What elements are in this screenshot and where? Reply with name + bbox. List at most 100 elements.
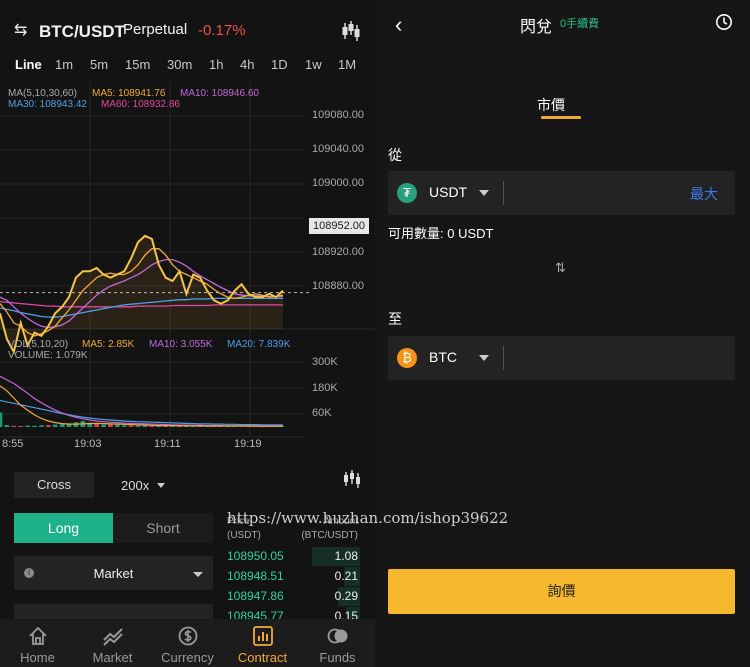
nav-label: Contract — [237, 650, 288, 665]
timeframe-line[interactable]: Line — [15, 57, 42, 72]
to-coin[interactable]: BTC — [429, 349, 457, 365]
ask-price: 108950.05 — [227, 549, 284, 563]
ask-amount: 0.29 — [334, 589, 358, 603]
volume-bar — [11, 425, 17, 427]
ask-amount: 1.08 — [334, 549, 358, 563]
divider — [503, 346, 504, 370]
price-chart — [0, 82, 375, 457]
volume-bar — [121, 425, 127, 427]
orderbook-row[interactable]: 108950.05 1.08 — [224, 547, 360, 566]
price-change: -0.17% — [198, 22, 246, 39]
volume-bar — [0, 412, 3, 427]
price-chart-canvas — [0, 82, 375, 438]
ma-legend-title: MA(5,10,30,60) — [8, 88, 77, 99]
vol-ma20-label: MA20: 7.839K — [227, 339, 291, 350]
fee-note: 0手續費 — [560, 18, 600, 30]
timeframe-1w[interactable]: 1w — [305, 57, 322, 72]
vol-ma10-label: MA10: 3.055K — [149, 339, 213, 350]
time-tick-label: 19:19 — [234, 438, 262, 450]
pair-name[interactable]: BTC/USDT — [39, 22, 125, 42]
swap-direction-icon[interactable]: ⇅ — [555, 260, 566, 276]
from-coin[interactable]: USDT — [429, 184, 467, 200]
ask-amount: 0.21 — [334, 569, 358, 583]
market-icon — [103, 628, 123, 646]
order-settings: Cross 200x — [0, 470, 375, 500]
orderbook-row[interactable]: 108947.86 0.29 — [224, 587, 360, 606]
timeframe-4h[interactable]: 4h — [240, 57, 254, 72]
ma5-label: MA5: 108941.76 — [92, 88, 166, 99]
timeframe-1m[interactable]: 1M — [338, 57, 356, 72]
volume-bar — [39, 425, 44, 427]
timeframe-5m[interactable]: 5m — [90, 57, 108, 72]
nav-label: Home — [20, 650, 55, 665]
to-label: 至 — [388, 311, 402, 327]
nav-label: Funds — [319, 650, 356, 665]
time-tick-label: 8:55 — [2, 438, 24, 450]
ma10-label: MA10: 108946.60 — [180, 88, 259, 99]
history-clock-icon[interactable] — [715, 13, 733, 31]
currency-icon — [178, 626, 198, 646]
volume-bar — [101, 424, 106, 427]
nav-label: Currency — [161, 650, 214, 665]
vol-legend-title: VOL(5,10,20) — [8, 339, 69, 350]
volume-bar — [32, 425, 37, 427]
swap-title: 閃兌 — [520, 19, 553, 36]
max-button[interactable]: 最大 — [690, 184, 718, 204]
nav-label: Market — [92, 650, 133, 665]
orderbook-row[interactable]: 108948.51 0.21 — [224, 567, 360, 586]
chevron-down-icon — [193, 572, 203, 577]
volume-bar — [115, 424, 120, 427]
vol-ma5-line — [0, 385, 283, 427]
timeframe-1d[interactable]: 1D — [271, 57, 288, 72]
contract-icon — [253, 626, 273, 646]
timeframe-1m[interactable]: 1m — [55, 57, 73, 72]
vol-ma5-label: MA5: 2.85K — [82, 339, 135, 350]
candlestick-icon[interactable] — [340, 20, 362, 42]
long-button[interactable]: Long — [14, 513, 113, 543]
active-tab-indicator — [541, 116, 581, 119]
nav-market[interactable]: Market — [75, 619, 150, 667]
back-icon[interactable]: ‹ — [395, 12, 402, 38]
ask-price: 108947.86 — [227, 589, 284, 603]
ask-price: 108948.51 — [227, 569, 284, 583]
volume-bar — [18, 426, 23, 427]
funds-icon — [327, 628, 348, 644]
volume-tick-label: 60K — [312, 407, 332, 419]
usdt-coin-icon: ₮ — [397, 183, 417, 203]
volume-tick-label: 180K — [312, 382, 338, 394]
short-button[interactable]: Short — [113, 513, 213, 543]
leverage-select[interactable]: 200x — [121, 478, 149, 493]
volume-bar — [4, 425, 10, 427]
to-coin-caret-icon[interactable] — [479, 355, 489, 361]
market-header: ⇆ BTC/USDT Perpetual -0.17% — [0, 0, 375, 60]
volume-bar — [94, 423, 99, 427]
timeframe-15m[interactable]: 15m — [125, 57, 150, 72]
price-tick-label: 109000.00 — [312, 177, 364, 189]
btc-glyph: ₿ — [402, 350, 412, 365]
ma30-label: MA30: 108943.42 — [8, 99, 87, 110]
nav-home[interactable]: Home — [0, 619, 75, 667]
swap-panel: ‹ 閃兌 0手續費 市價 從 ₮ USDT 最大 可用數量: 0 USDT ⇅ … — [375, 0, 750, 667]
watermark: https://www.huzhan.com/ishop39622 — [227, 509, 509, 527]
price-tick-label: 108880.00 — [312, 280, 364, 292]
price-unit-label: (USDT) — [227, 530, 261, 541]
nav-currency[interactable]: Currency — [150, 619, 225, 667]
switch-pair-icon[interactable]: ⇆ — [14, 20, 27, 40]
bottom-nav: Home Market Currency Contract Funds — [0, 619, 375, 667]
volume-bar — [46, 425, 51, 427]
from-coin-caret-icon[interactable] — [479, 190, 489, 196]
time-tick-label: 19:11 — [154, 438, 181, 450]
timeframe-30m[interactable]: 30m — [167, 57, 192, 72]
nav-funds[interactable]: Funds — [300, 619, 375, 667]
leverage-caret-icon[interactable] — [157, 483, 165, 488]
from-asset-row: ₮ USDT 最大 — [388, 171, 735, 215]
order-type-select[interactable]: i Market — [14, 556, 213, 590]
margin-mode-button[interactable]: Cross — [14, 472, 94, 498]
volume-label: VOLUME: 1.079K — [8, 350, 88, 361]
orderbook-view-icon[interactable] — [342, 470, 362, 488]
trading-panel: ⇆ BTC/USDT Perpetual -0.17% Line 1m 5m 15m 3… — [0, 0, 375, 667]
nav-contract[interactable]: Contract — [225, 619, 300, 667]
tab-market-price[interactable]: 市價 — [537, 95, 565, 115]
quote-button[interactable]: 詢價 — [388, 569, 735, 614]
timeframe-1h[interactable]: 1h — [209, 57, 223, 72]
